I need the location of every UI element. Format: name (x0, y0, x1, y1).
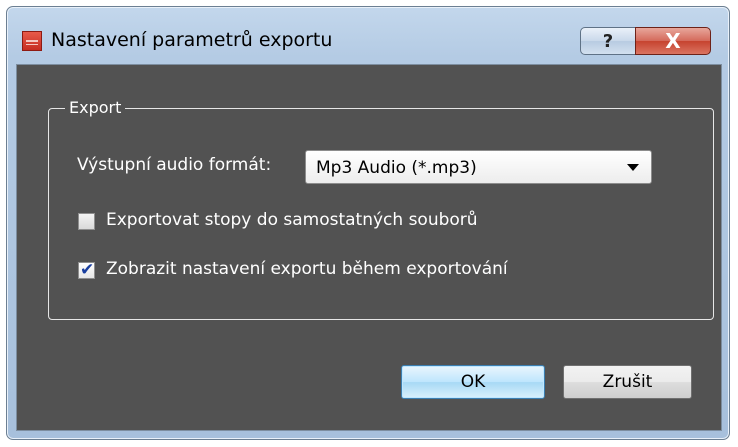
cancel-button[interactable]: Zrušit (563, 365, 692, 399)
window-title: Nastavení parametrů exportu (51, 29, 333, 51)
app-icon (22, 31, 42, 51)
question-icon: ? (602, 30, 614, 52)
export-tracks-separately-checkbox[interactable] (78, 213, 95, 230)
close-icon: X (665, 29, 681, 53)
title-bar[interactable]: Nastavení parametrů exportu ? X (7, 7, 729, 65)
help-button[interactable]: ? (580, 27, 636, 55)
checkmark-icon: ✔ (80, 260, 95, 280)
close-button[interactable]: X (635, 27, 711, 55)
show-export-settings-label[interactable]: Zobrazit nastavení exportu během exporto… (106, 259, 508, 279)
export-tracks-separately-label[interactable]: Exportovat stopy do samostatných souborů (106, 210, 478, 230)
ok-button[interactable]: OK (401, 365, 545, 399)
audio-format-value: Mp3 Audio (*.mp3) (316, 158, 477, 178)
export-group-legend: Export (65, 98, 126, 118)
audio-format-select[interactable]: Mp3 Audio (*.mp3) (305, 150, 652, 184)
chevron-down-icon (627, 164, 639, 171)
show-export-settings-checkbox[interactable]: ✔ (78, 260, 95, 280)
audio-format-label: Výstupní audio formát: (77, 155, 272, 175)
